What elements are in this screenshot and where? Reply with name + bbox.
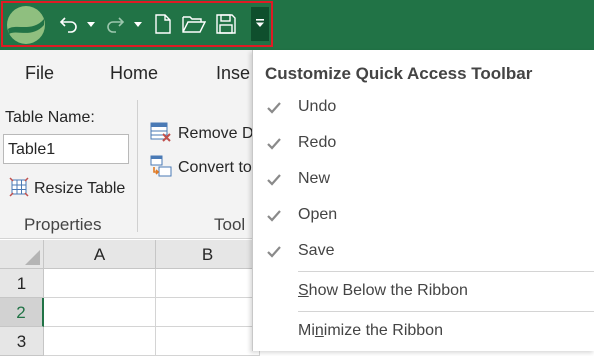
open-button[interactable] bbox=[180, 9, 208, 39]
convert-to-range-button[interactable]: Convert to bbox=[150, 155, 252, 182]
remove-duplicates-button[interactable]: Remove D bbox=[150, 121, 254, 148]
chevron-down-icon bbox=[134, 15, 142, 33]
menu-divider bbox=[298, 271, 594, 272]
menu-item-new[interactable]: New bbox=[253, 163, 594, 197]
checkmark-icon bbox=[265, 207, 283, 225]
menu-item-show-below-ribbon[interactable]: Show Below the Ribbon bbox=[253, 275, 594, 309]
tools-group-label: Tool bbox=[214, 215, 246, 234]
undo-icon bbox=[59, 14, 79, 34]
redo-icon bbox=[105, 14, 125, 34]
table-name-input[interactable]: Table1 bbox=[3, 134, 129, 164]
remove-duplicates-label: Remove D bbox=[178, 125, 254, 142]
menu-item-undo[interactable]: Undo bbox=[253, 91, 594, 125]
undo-dropdown-button[interactable] bbox=[85, 9, 97, 39]
resize-table-icon bbox=[9, 176, 34, 202]
convert-to-range-icon bbox=[150, 155, 178, 182]
convert-to-range-label: Convert to bbox=[178, 159, 252, 176]
tab-home[interactable]: Home bbox=[110, 63, 158, 84]
select-all-corner[interactable] bbox=[0, 240, 44, 269]
menu-divider bbox=[298, 311, 594, 312]
menu-item-minimize-ribbon[interactable]: Minimize the Ribbon bbox=[253, 315, 594, 349]
menu-item-label: Minimize the Ribbon bbox=[298, 322, 443, 339]
menu-item-save[interactable]: Save bbox=[253, 235, 594, 269]
cell-a3[interactable] bbox=[44, 327, 156, 356]
menu-title: Customize Quick Access Toolbar bbox=[265, 64, 533, 83]
menu-item-redo[interactable]: Redo bbox=[253, 127, 594, 161]
checkmark-icon bbox=[265, 135, 283, 153]
row-header-1[interactable]: 1 bbox=[0, 269, 44, 298]
cell-a2[interactable] bbox=[44, 298, 156, 327]
row-header-2[interactable]: 2 bbox=[0, 298, 44, 327]
customize-dropdown-icon bbox=[255, 15, 265, 33]
column-header-b[interactable]: B bbox=[156, 240, 260, 269]
properties-group-label: Properties bbox=[24, 215, 102, 234]
new-file-icon bbox=[155, 14, 171, 34]
save-button[interactable] bbox=[215, 9, 237, 39]
row-header-3[interactable]: 3 bbox=[0, 327, 44, 356]
cell-b3[interactable] bbox=[156, 327, 260, 356]
cell-a1[interactable] bbox=[44, 269, 156, 298]
title-bar bbox=[0, 0, 594, 50]
new-button[interactable] bbox=[153, 9, 173, 39]
app-logo-icon bbox=[6, 5, 46, 45]
customize-quick-access-button[interactable] bbox=[251, 7, 269, 41]
customize-quick-access-menu: Customize Quick Access Toolbar Undo Redo… bbox=[252, 50, 594, 351]
checkmark-icon bbox=[265, 243, 283, 261]
column-header-a[interactable]: A bbox=[44, 240, 156, 269]
resize-table-label: Resize Table bbox=[34, 180, 126, 197]
chevron-down-icon bbox=[87, 15, 95, 33]
menu-item-label: Show Below the Ribbon bbox=[298, 282, 468, 299]
tab-insert[interactable]: Inse bbox=[216, 63, 250, 84]
cell-b1[interactable] bbox=[156, 269, 260, 298]
undo-button[interactable] bbox=[58, 9, 80, 39]
menu-item-label: New bbox=[298, 170, 331, 187]
menu-item-label: Undo bbox=[298, 98, 337, 115]
menu-item-label: Save bbox=[298, 242, 335, 259]
redo-dropdown-button[interactable] bbox=[132, 9, 144, 39]
menu-item-label: Open bbox=[298, 206, 338, 223]
open-folder-icon bbox=[182, 15, 206, 33]
menu-item-label: Redo bbox=[298, 134, 337, 151]
cell-b2[interactable] bbox=[156, 298, 260, 327]
save-icon bbox=[216, 14, 236, 34]
menu-item-open[interactable]: Open bbox=[253, 199, 594, 233]
spreadsheet-grid: A B 1 2 3 bbox=[0, 240, 260, 356]
remove-duplicates-icon bbox=[150, 121, 178, 148]
checkmark-icon bbox=[265, 99, 283, 117]
table-name-label: Table Name: bbox=[5, 109, 95, 126]
resize-table-button[interactable]: Resize Table bbox=[9, 176, 126, 202]
tab-file[interactable]: File bbox=[25, 63, 54, 84]
checkmark-icon bbox=[265, 171, 283, 189]
group-divider bbox=[137, 100, 138, 232]
redo-button[interactable] bbox=[104, 9, 126, 39]
